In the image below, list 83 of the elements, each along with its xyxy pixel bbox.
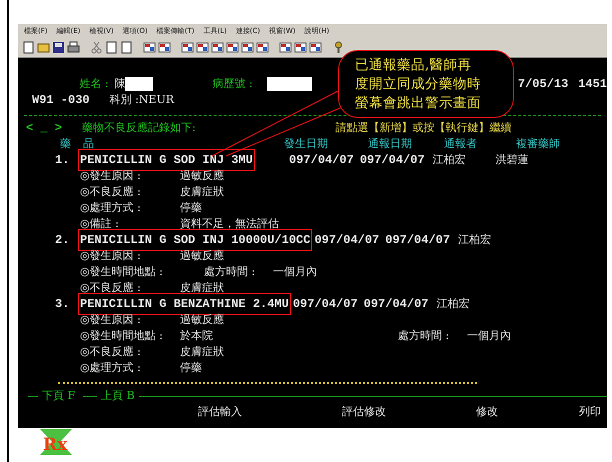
detail-value: 過敏反應 <box>180 312 224 328</box>
drug-name: PENICILLIN G SOD INJ 3MU <box>80 151 253 169</box>
prompt-text: 請點選【新增】或按【執行鍵】繼續 <box>336 120 512 136</box>
detail-label: 處方時間 : <box>204 264 256 280</box>
detail-value: 於本院 <box>180 328 214 344</box>
window-icon[interactable] <box>226 41 239 54</box>
window-icon[interactable] <box>211 41 224 54</box>
function-key[interactable]: 評估輸入 <box>198 404 242 420</box>
reporter-name: 江柏宏 <box>436 296 470 312</box>
detail-label: ◎發生原因 : <box>80 312 142 328</box>
detail-label: ◎發生時間地點 : <box>80 328 164 344</box>
cursor-text: < _ > <box>26 120 62 137</box>
window-icon[interactable] <box>196 41 209 54</box>
column-header: 通報者 <box>444 136 478 152</box>
page-icon[interactable] <box>105 41 118 54</box>
date-text: 097/04/07 <box>385 232 450 249</box>
item-number: 2. <box>55 232 70 249</box>
reporter-name: 江柏宏 <box>432 152 466 168</box>
department-text: 科別 :NEUR <box>110 92 174 108</box>
ward-text: W91 -030 <box>32 92 90 109</box>
detail-label: ◎不良反應 : <box>80 344 142 360</box>
patient-name: 陳 <box>114 76 126 92</box>
window-icon[interactable] <box>158 41 171 54</box>
detail-label: ◎處理方式 : <box>80 200 142 216</box>
field-label: 病歷號 : <box>212 76 253 92</box>
printer-icon[interactable] <box>67 41 80 54</box>
window-icon[interactable] <box>256 41 269 54</box>
date-text: 097/04/07 <box>292 296 358 313</box>
window-icon[interactable] <box>279 41 292 54</box>
date-text: 7/05/13 <box>518 76 568 93</box>
date-text: 097/04/07 <box>289 152 354 169</box>
folder-icon[interactable] <box>37 41 50 54</box>
detail-value: 過敏反應 <box>180 168 224 184</box>
detail-value: 皮膚症狀 <box>180 344 224 360</box>
window-icon[interactable] <box>294 41 307 54</box>
column-header: 複審藥師 <box>516 136 560 152</box>
page-key-hint: 下頁 F <box>42 388 76 404</box>
detail-label: ◎處理方式 : <box>80 360 142 376</box>
function-key[interactable]: 評估修改 <box>342 404 386 420</box>
date-text: 097/04/07 <box>360 152 425 169</box>
column-header: 通報日期 <box>368 136 413 152</box>
function-key[interactable]: 列印 <box>579 404 601 420</box>
window-icon[interactable] <box>241 41 254 54</box>
callout-bubble: 已通報藥品,醫師再 度開立同成分藥物時 螢幕會跳出警示畫面 <box>338 50 514 118</box>
detail-label: ◎發生原因 : <box>80 248 142 264</box>
key-icon[interactable] <box>332 41 345 54</box>
function-key[interactable]: 修改 <box>476 404 498 420</box>
detail-label: ◎發生時間地點 : <box>80 264 164 280</box>
column-header: 品 <box>83 136 94 152</box>
detail-value: 一個月內 <box>467 328 512 344</box>
column-header: 發生日期 <box>284 136 329 152</box>
column-header: 藥 <box>60 136 71 152</box>
detail-value: 停藥 <box>180 200 202 216</box>
detail-label: ◎不良反應 : <box>80 184 142 200</box>
window-icon[interactable] <box>143 41 156 54</box>
detail-value: 過敏反應 <box>180 248 224 264</box>
page-icon[interactable] <box>22 41 35 54</box>
window-icon[interactable] <box>309 41 322 54</box>
window-icon[interactable] <box>181 41 194 54</box>
reviewer-name: 洪碧蓮 <box>496 152 529 168</box>
detail-value: 一個月內 <box>273 264 318 280</box>
reporter-name: 江柏宏 <box>458 232 492 248</box>
date-text: 097/04/07 <box>364 296 428 313</box>
field-label: 姓名 : <box>79 76 109 92</box>
detail-value: 停藥 <box>180 360 202 376</box>
item-number: 1. <box>55 152 70 169</box>
detail-label: ◎不良反應 : <box>80 280 142 296</box>
detail-label: ◎發生原因 : <box>80 168 142 184</box>
name-field[interactable] <box>125 77 154 91</box>
list-title: 藥物不良反應記錄如下: <box>82 120 196 136</box>
date-text: 097/04/07 <box>314 232 380 249</box>
drug-name: PENICILLIN G SOD INJ 10000U/10CC <box>80 231 310 249</box>
chart-number-field[interactable] <box>266 77 312 91</box>
time-text: 1451 <box>578 76 608 93</box>
page-icon[interactable] <box>120 41 133 54</box>
detail-label: 處方時間 : <box>398 328 450 344</box>
detail-value: 皮膚症狀 <box>180 280 224 296</box>
detail-value: 資料不足，無法評估 <box>180 216 279 232</box>
detail-value: 皮膚症狀 <box>180 184 224 200</box>
item-number: 3. <box>55 296 70 313</box>
page-key-hint: 上頁 B <box>101 388 135 404</box>
drug-name: PENICILLIN G BENZATHINE 2.4MU <box>80 295 289 313</box>
detail-label: ◎備註 : <box>80 216 120 232</box>
